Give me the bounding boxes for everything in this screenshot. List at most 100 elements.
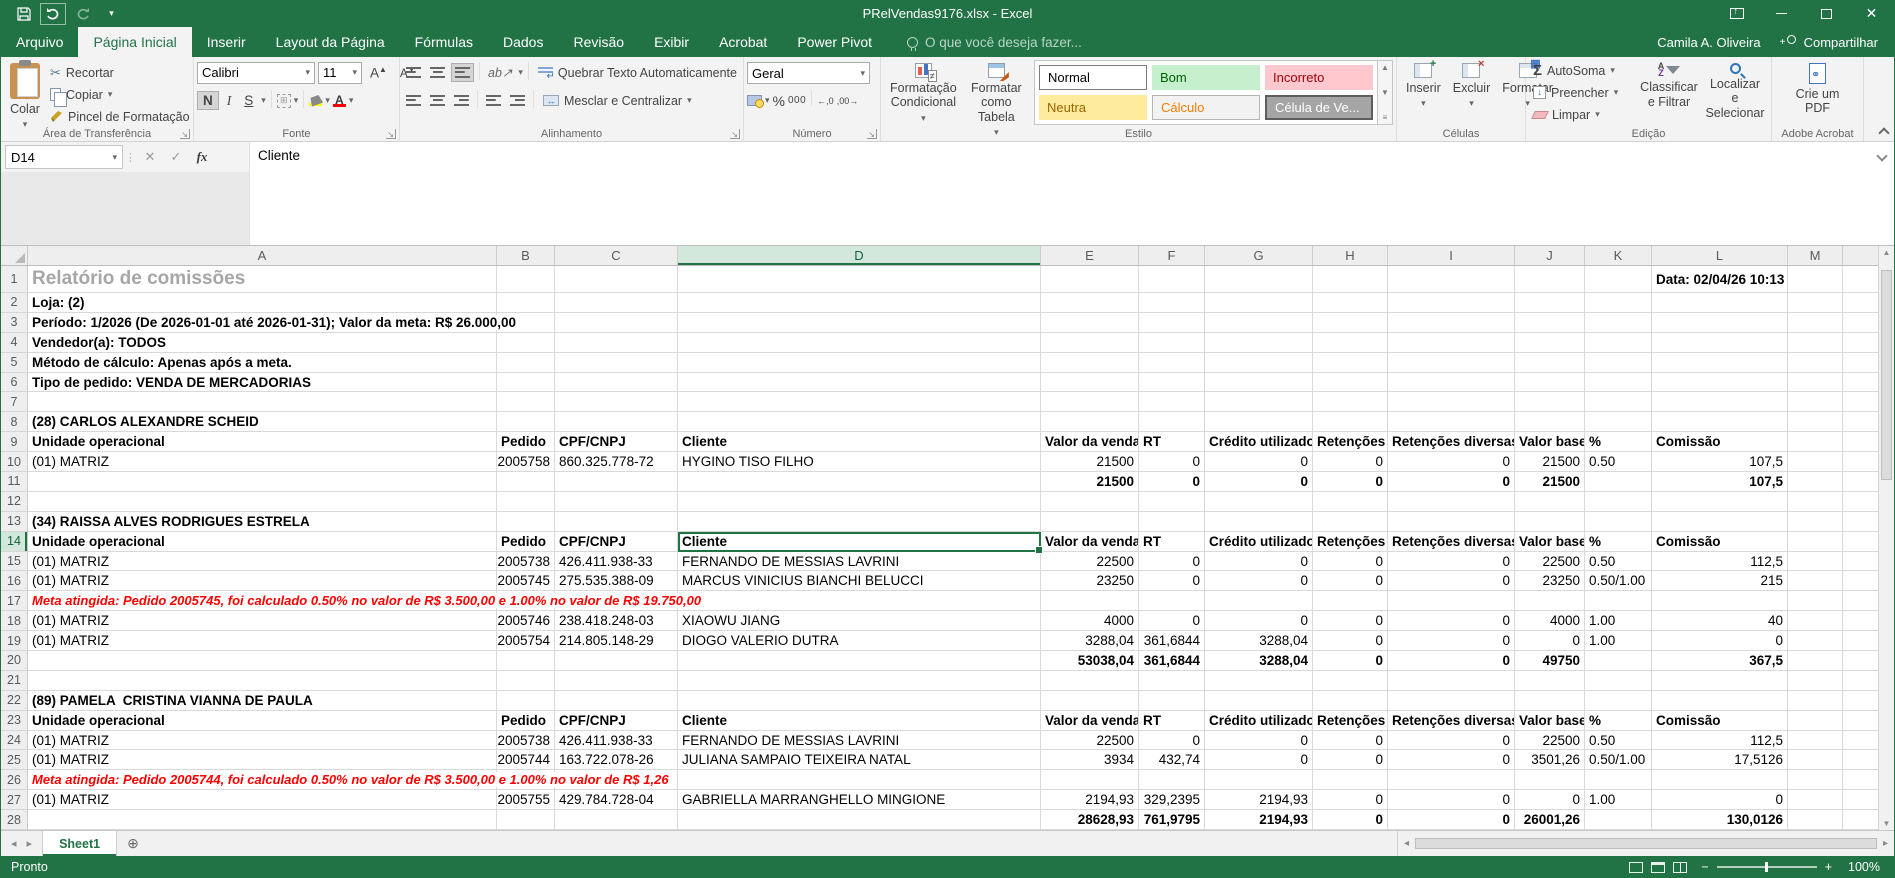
clear-button[interactable]: Limpar ▾ <box>1529 104 1636 125</box>
cell-B1[interactable] <box>497 266 555 293</box>
cell-C9[interactable]: CPF/CNPJ <box>555 432 678 452</box>
cancel-entry-icon[interactable]: ✕ <box>138 145 162 169</box>
cell-G6[interactable] <box>1205 373 1313 393</box>
cell-J23[interactable]: Valor base <box>1515 711 1585 731</box>
cell-C12[interactable] <box>555 492 678 512</box>
cell-B6[interactable] <box>497 373 555 393</box>
cell-L24[interactable]: 112,5 <box>1652 731 1788 751</box>
cell-I6[interactable] <box>1388 373 1515 393</box>
cell-E4[interactable] <box>1041 333 1139 353</box>
cell-F9[interactable]: RT <box>1139 432 1205 452</box>
cell-M11[interactable] <box>1788 472 1843 492</box>
cell-I26[interactable] <box>1388 770 1515 790</box>
cell-E26[interactable] <box>1041 770 1139 790</box>
row-header-17[interactable]: 17 <box>1 591 28 611</box>
cell-H3[interactable] <box>1313 313 1388 333</box>
cell-I17[interactable] <box>1388 591 1515 611</box>
cell-style-bom[interactable]: Bom <box>1152 65 1260 90</box>
cell-F22[interactable] <box>1139 691 1205 711</box>
cell-A25[interactable]: (01) MATRIZ <box>28 750 497 770</box>
cell-M2[interactable] <box>1788 293 1843 313</box>
tab-acrobat[interactable]: Acrobat <box>704 27 782 57</box>
cell-F5[interactable] <box>1139 353 1205 373</box>
tab-layout-da-página[interactable]: Layout da Página <box>261 27 400 57</box>
cell-J18[interactable]: 4000 <box>1515 611 1585 631</box>
cell-G24[interactable]: 0 <box>1205 731 1313 751</box>
cell-L12[interactable] <box>1652 492 1788 512</box>
cell-I12[interactable] <box>1388 492 1515 512</box>
cell-C14[interactable]: CPF/CNPJ <box>555 532 678 552</box>
copy-button[interactable]: Copiar ▾ <box>46 84 194 105</box>
cell-E13[interactable] <box>1041 512 1139 532</box>
cell-C7[interactable] <box>555 392 678 412</box>
cell-E12[interactable] <box>1041 492 1139 512</box>
cell-H6[interactable] <box>1313 373 1388 393</box>
cell-I28[interactable]: 0 <box>1388 810 1515 830</box>
formula-bar-drag-handle[interactable]: ⋮ <box>125 151 136 164</box>
cell-G7[interactable] <box>1205 392 1313 412</box>
cell-H28[interactable]: 0 <box>1313 810 1388 830</box>
cell-F8[interactable] <box>1139 412 1205 432</box>
cell-E14[interactable]: Valor da venda <box>1041 532 1139 552</box>
cell-K9[interactable]: % <box>1585 432 1652 452</box>
cell-G9[interactable]: Crédito utilizado <box>1205 432 1313 452</box>
align-middle-icon[interactable] <box>427 64 448 81</box>
cell-I13[interactable] <box>1388 512 1515 532</box>
cell-E8[interactable] <box>1041 412 1139 432</box>
font-size-select[interactable]: 11 ▾ <box>318 62 362 84</box>
cell-K1[interactable] <box>1585 266 1652 293</box>
cell-L7[interactable] <box>1652 392 1788 412</box>
prev-sheet-icon[interactable]: ◂ <box>11 837 17 850</box>
cell-J2[interactable] <box>1515 293 1585 313</box>
cell-style-normal[interactable]: Normal <box>1039 65 1147 90</box>
cell-x4[interactable] <box>1843 333 1880 353</box>
cell-style-neutra[interactable]: Neutra <box>1039 95 1147 120</box>
cell-K22[interactable] <box>1585 691 1652 711</box>
gallery-scrollbar[interactable]: ▲ ▼ ≡ <box>1378 60 1393 125</box>
row-header-24[interactable]: 24 <box>1 731 28 751</box>
horizontal-scrollbar[interactable]: ◂ ▸ <box>1397 831 1894 856</box>
tab-inserir[interactable]: Inserir <box>192 27 261 57</box>
font-color-button[interactable]: A <box>333 94 346 107</box>
cell-style-incorreto[interactable]: Incorreto <box>1265 65 1373 90</box>
cell-D20[interactable] <box>678 651 1041 671</box>
cell-L15[interactable]: 112,5 <box>1652 552 1788 572</box>
gallery-more-icon[interactable]: ≡ <box>1383 113 1388 122</box>
cell-C21[interactable] <box>555 671 678 691</box>
cell-G18[interactable]: 0 <box>1205 611 1313 631</box>
row-header-23[interactable]: 23 <box>1 711 28 731</box>
cell-I23[interactable]: Retenções diversas <box>1388 711 1515 731</box>
customize-qat-icon[interactable]: ▾ <box>98 3 124 25</box>
cell-H8[interactable] <box>1313 412 1388 432</box>
col-header-overflow[interactable] <box>1843 246 1880 265</box>
cell-B4[interactable] <box>497 333 555 353</box>
row-header-8[interactable]: 8 <box>1 412 28 432</box>
tab-arquivo[interactable]: Arquivo <box>1 27 78 57</box>
cell-M8[interactable] <box>1788 412 1843 432</box>
cell-E15[interactable]: 22500 <box>1041 552 1139 572</box>
cell-B15[interactable]: 2005738 <box>497 552 555 572</box>
cell-J8[interactable] <box>1515 412 1585 432</box>
page-break-view-icon[interactable] <box>1673 862 1687 873</box>
format-painter-button[interactable]: Pincel de Formatação <box>46 106 194 127</box>
cell-K27[interactable]: 1.00 <box>1585 790 1652 810</box>
cell-D12[interactable] <box>678 492 1041 512</box>
cell-F13[interactable] <box>1139 512 1205 532</box>
cell-J19[interactable]: 0 <box>1515 631 1585 651</box>
cell-A12[interactable] <box>28 492 497 512</box>
row-header-14[interactable]: 14 <box>1 532 28 552</box>
cell-F28[interactable]: 761,9795 <box>1139 810 1205 830</box>
cell-K8[interactable] <box>1585 412 1652 432</box>
cell-E11[interactable]: 21500 <box>1041 472 1139 492</box>
cell-E28[interactable]: 28628,93 <box>1041 810 1139 830</box>
cell-B16[interactable]: 2005745 <box>497 571 555 591</box>
cell-J16[interactable]: 23250 <box>1515 571 1585 591</box>
wrap-text-button[interactable]: Quebrar Texto Automaticamente <box>534 62 741 83</box>
cell-style-c-lula-de-ve-[interactable]: Célula de Ve... <box>1265 95 1373 120</box>
cell-A27[interactable]: (01) MATRIZ <box>28 790 497 810</box>
user-name[interactable]: Camila A. Oliveira <box>1657 35 1760 50</box>
zoom-in-icon[interactable]: + <box>1825 860 1832 874</box>
cell-B12[interactable] <box>497 492 555 512</box>
col-header-G[interactable]: G <box>1205 246 1313 265</box>
row-header-3[interactable]: 3 <box>1 313 28 333</box>
